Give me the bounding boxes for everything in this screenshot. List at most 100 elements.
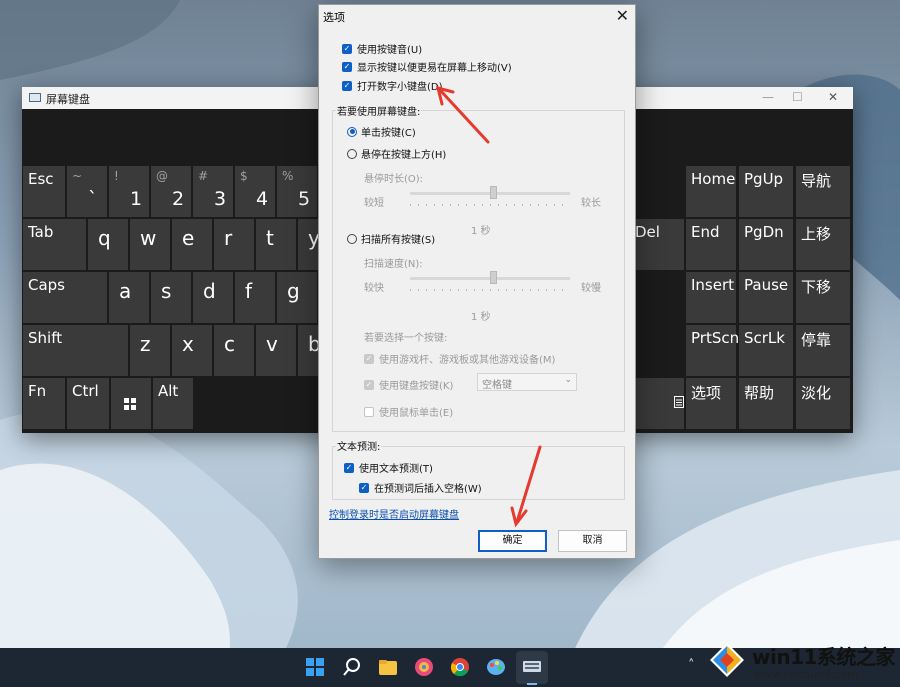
key-shift[interactable]: Shift	[23, 325, 128, 376]
checkbox-icon: ✓	[342, 61, 352, 72]
checkbox-icon: ✓	[344, 462, 354, 473]
scan-min-label: 较快	[364, 283, 384, 294]
key-move-up[interactable]: 上移	[796, 219, 850, 270]
key-esc[interactable]: Esc	[23, 166, 65, 217]
scan-slider-thumb[interactable]	[490, 271, 497, 284]
key-pause[interactable]: Pause	[739, 272, 793, 323]
key-1[interactable]: ! 1	[109, 166, 149, 217]
key-e[interactable]: e	[172, 219, 212, 270]
windows-start-icon[interactable]	[305, 657, 325, 677]
key-fn[interactable]: Fn	[23, 378, 65, 429]
key-v[interactable]: v	[256, 325, 296, 376]
key-3[interactable]: #3	[193, 166, 233, 217]
key-pgup[interactable]: PgUp	[739, 166, 793, 217]
key-label: PrtScn	[691, 329, 740, 347]
key-label: f	[245, 279, 253, 303]
scan-keys-radio[interactable]: 扫描所有按键(S)	[347, 231, 435, 246]
osk-close-button[interactable]: ✕	[828, 90, 838, 104]
checkbox-icon: ✓	[364, 353, 374, 364]
photo-app-icon[interactable]	[414, 657, 434, 677]
maximize-button[interactable]: ☐	[792, 90, 803, 104]
key-x[interactable]: x	[172, 325, 212, 376]
key-c[interactable]: c	[214, 325, 254, 376]
startup-settings-link[interactable]: 控制登录时是否启动屏幕键盘	[329, 506, 459, 521]
key-r[interactable]: r	[214, 219, 254, 270]
key-q[interactable]: q	[88, 219, 128, 270]
checkbox-icon: ✓	[342, 80, 352, 91]
key-label: Alt	[158, 382, 179, 400]
use-keyboard-key-checkbox[interactable]: ✓ 使用键盘按键(K)	[364, 377, 453, 392]
minimize-button[interactable]: —	[762, 90, 774, 104]
key-f[interactable]: f	[235, 272, 275, 323]
key-s[interactable]: s	[151, 272, 191, 323]
watermark-title: win11系统之家	[752, 645, 895, 669]
key-prtscn[interactable]: PrtScn	[686, 325, 740, 376]
insert-space-checkbox[interactable]: ✓ 在预测词后插入空格(W)	[359, 480, 482, 495]
key-ctrl[interactable]: Ctrl	[67, 378, 109, 429]
use-text-prediction-checkbox[interactable]: ✓ 使用文本预测(T)	[344, 460, 433, 475]
radio-icon	[347, 233, 357, 244]
onscreen-keyboard-icon[interactable]	[522, 657, 542, 677]
chrome-icon[interactable]	[450, 657, 470, 677]
key-t[interactable]: t	[256, 219, 296, 270]
key-scrlk[interactable]: ScrLk	[739, 325, 793, 376]
context-menu-icon	[674, 396, 684, 408]
key-5[interactable]: % 5	[277, 166, 317, 217]
key-move-down[interactable]: 下移	[796, 272, 850, 323]
cancel-button[interactable]: 取消	[558, 530, 627, 552]
file-explorer-icon[interactable]	[378, 657, 398, 677]
key-caps[interactable]: Caps	[23, 272, 107, 323]
key-d[interactable]: d	[193, 272, 233, 323]
key-label: v	[266, 332, 278, 356]
key-label: q	[98, 226, 111, 250]
key-pgdn[interactable]: PgDn	[739, 219, 793, 270]
key-4[interactable]: $4	[235, 166, 275, 217]
key-g[interactable]: g	[277, 272, 317, 323]
key-menu[interactable]	[630, 378, 684, 429]
key-dock[interactable]: 停靠	[796, 325, 850, 376]
key-2[interactable]: @2	[151, 166, 191, 217]
numeric-keypad-checkbox[interactable]: ✓ 打开数字小键盘(D)	[342, 78, 443, 93]
key-del[interactable]: Del	[630, 219, 684, 270]
key-label: 5	[298, 188, 311, 210]
key-backtick[interactable]: ~ `	[67, 166, 107, 217]
key-label: 淡化	[801, 384, 832, 402]
use-joystick-checkbox[interactable]: ✓ 使用游戏杆、游戏板或其他游戏设备(M)	[364, 351, 555, 366]
paint-icon[interactable]	[486, 657, 506, 677]
key-label: Tab	[28, 223, 54, 241]
key-label: Esc	[28, 170, 54, 188]
hover-keys-radio[interactable]: 悬停在按键上方(H)	[347, 146, 446, 161]
key-z[interactable]: z	[130, 325, 170, 376]
key-nav[interactable]: 导航	[796, 166, 850, 217]
close-icon[interactable]: ✕	[616, 6, 629, 25]
key-home[interactable]: Home	[686, 166, 736, 217]
key-select-dropdown[interactable]: 空格键 ⌄	[477, 373, 577, 391]
scan-speed-label: 扫描速度(N):	[364, 259, 423, 270]
hover-duration-value: 1 秒	[471, 226, 491, 237]
key-fade[interactable]: 淡化	[796, 378, 850, 429]
hover-slider-thumb[interactable]	[490, 186, 497, 199]
hover-max-label: 较长	[581, 198, 601, 209]
key-a[interactable]: a	[109, 272, 149, 323]
key-tab[interactable]: Tab	[23, 219, 86, 270]
key-end[interactable]: End	[686, 219, 736, 270]
key-label: x	[182, 332, 194, 356]
key-label: Caps	[28, 276, 66, 294]
use-mouse-click-checkbox[interactable]: 使用鼠标单击(E)	[364, 404, 453, 419]
search-icon[interactable]	[342, 657, 362, 677]
windows-icon	[124, 398, 136, 410]
use-click-sound-checkbox[interactable]: ✓ 使用按键音(U)	[342, 41, 422, 56]
key-options[interactable]: 选项	[686, 378, 736, 429]
key-alt[interactable]: Alt	[153, 378, 193, 429]
key-win[interactable]	[111, 378, 151, 429]
key-w[interactable]: w	[130, 219, 170, 270]
key-label: 3	[214, 188, 227, 210]
click-keys-radio[interactable]: 单击按键(C)	[347, 124, 416, 139]
checkbox-icon: ✓	[359, 482, 369, 493]
key-insert[interactable]: Insert	[686, 272, 736, 323]
key-help[interactable]: 帮助	[739, 378, 793, 429]
ok-button[interactable]: 确定	[478, 530, 547, 552]
tray-chevron-icon[interactable]: ˄	[688, 658, 695, 673]
show-keys-move-checkbox[interactable]: ✓ 显示按键以便更易在屏幕上移动(V)	[342, 59, 512, 74]
key-label: d	[203, 279, 216, 303]
